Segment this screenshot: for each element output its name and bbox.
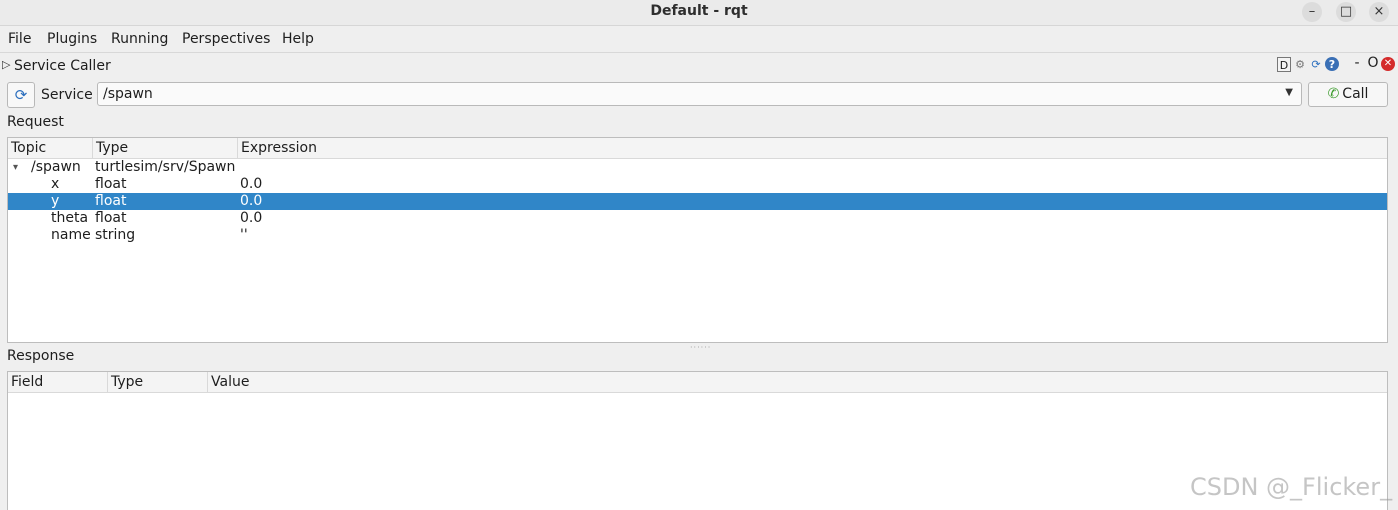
chevron-down-icon: ▼	[1285, 87, 1293, 98]
maximize-window-button[interactable]: □	[1336, 2, 1356, 22]
call-button[interactable]: ✆ Call	[1308, 82, 1388, 107]
request-row-x[interactable]: x float 0.0	[8, 176, 1387, 193]
request-tree-header: Topic Type Expression	[8, 138, 1387, 159]
gear-icon[interactable]: ⚙	[1293, 57, 1307, 72]
title-bar: Default - rqt – □ ×	[0, 0, 1398, 26]
request-topic: /spawn	[31, 159, 81, 175]
close-window-button[interactable]: ×	[1369, 2, 1389, 22]
menu-perspectives[interactable]: Perspectives	[182, 31, 270, 47]
menu-help[interactable]: Help	[282, 31, 314, 47]
refresh-icon: ⟳	[14, 86, 28, 104]
request-type: float	[95, 193, 127, 209]
menu-plugins[interactable]: Plugins	[47, 31, 97, 47]
request-label: Request	[7, 114, 64, 130]
rqt-window: Default - rqt – □ × File Plugins Running…	[0, 0, 1398, 510]
request-expression[interactable]: 0.0	[240, 193, 262, 210]
menu-running[interactable]: Running	[111, 31, 168, 47]
plugin-title: Service Caller	[14, 58, 111, 74]
minimize-plugin-icon[interactable]: -	[1352, 56, 1362, 71]
minimize-window-button[interactable]: –	[1302, 2, 1322, 22]
splitter-handle[interactable]: ······	[690, 343, 711, 352]
menu-file[interactable]: File	[8, 31, 31, 47]
column-header-topic[interactable]: Topic	[8, 138, 93, 158]
column-header-value[interactable]: Value	[208, 372, 1387, 392]
watermark: CSDN @_Flicker_	[1190, 473, 1393, 501]
menu-bar: File Plugins Running Perspectives Help	[0, 26, 1398, 53]
request-row-y[interactable]: y float 0.0	[8, 193, 1387, 210]
request-expression[interactable]: ''	[240, 227, 248, 244]
column-header-type[interactable]: Type	[108, 372, 208, 392]
request-type: string	[95, 227, 136, 243]
expand-arrow-icon[interactable]: ▾	[13, 159, 18, 176]
collapse-arrow-icon[interactable]: ▷	[2, 58, 10, 71]
response-label: Response	[7, 348, 75, 364]
service-combobox-value: /spawn	[103, 86, 153, 102]
request-type: turtlesim/srv/Spawn	[95, 159, 236, 175]
request-row-theta[interactable]: theta float 0.0	[8, 210, 1387, 227]
request-type: float	[95, 176, 127, 192]
reload-icon[interactable]: ⟳	[1309, 57, 1323, 72]
request-topic: theta	[51, 210, 89, 226]
refresh-services-button[interactable]: ⟳	[7, 82, 35, 108]
close-plugin-icon[interactable]: ✕	[1381, 57, 1395, 71]
request-topic: x	[51, 176, 60, 192]
call-button-label: Call	[1342, 86, 1369, 102]
window-title: Default - rqt	[650, 3, 748, 19]
column-header-expression[interactable]: Expression	[238, 138, 1387, 158]
float-plugin-icon[interactable]: O	[1367, 56, 1379, 71]
column-header-type[interactable]: Type	[93, 138, 238, 158]
request-tree[interactable]: Topic Type Expression ▾ /spawn turtlesim…	[7, 137, 1388, 343]
response-tree-header: Field Type Value	[8, 372, 1387, 393]
phone-icon: ✆	[1327, 86, 1340, 102]
request-expression[interactable]: 0.0	[240, 176, 262, 193]
request-topic: name	[51, 227, 91, 243]
service-label: Service	[41, 87, 93, 103]
request-topic: y	[51, 193, 60, 209]
request-row-name[interactable]: name string ''	[8, 227, 1387, 244]
response-tree[interactable]: Field Type Value	[7, 371, 1388, 510]
service-combobox[interactable]: /spawn ▼	[97, 82, 1302, 106]
help-icon[interactable]: ?	[1325, 57, 1339, 71]
request-row-spawn[interactable]: ▾ /spawn turtlesim/srv/Spawn	[8, 159, 1387, 176]
column-header-field[interactable]: Field	[8, 372, 108, 392]
request-expression[interactable]: 0.0	[240, 210, 262, 227]
d-icon[interactable]: D	[1277, 57, 1291, 72]
plugin-header: ▷ Service Caller D ⚙ ⟳ ? - O ✕	[0, 54, 1398, 78]
request-type: float	[95, 210, 127, 226]
